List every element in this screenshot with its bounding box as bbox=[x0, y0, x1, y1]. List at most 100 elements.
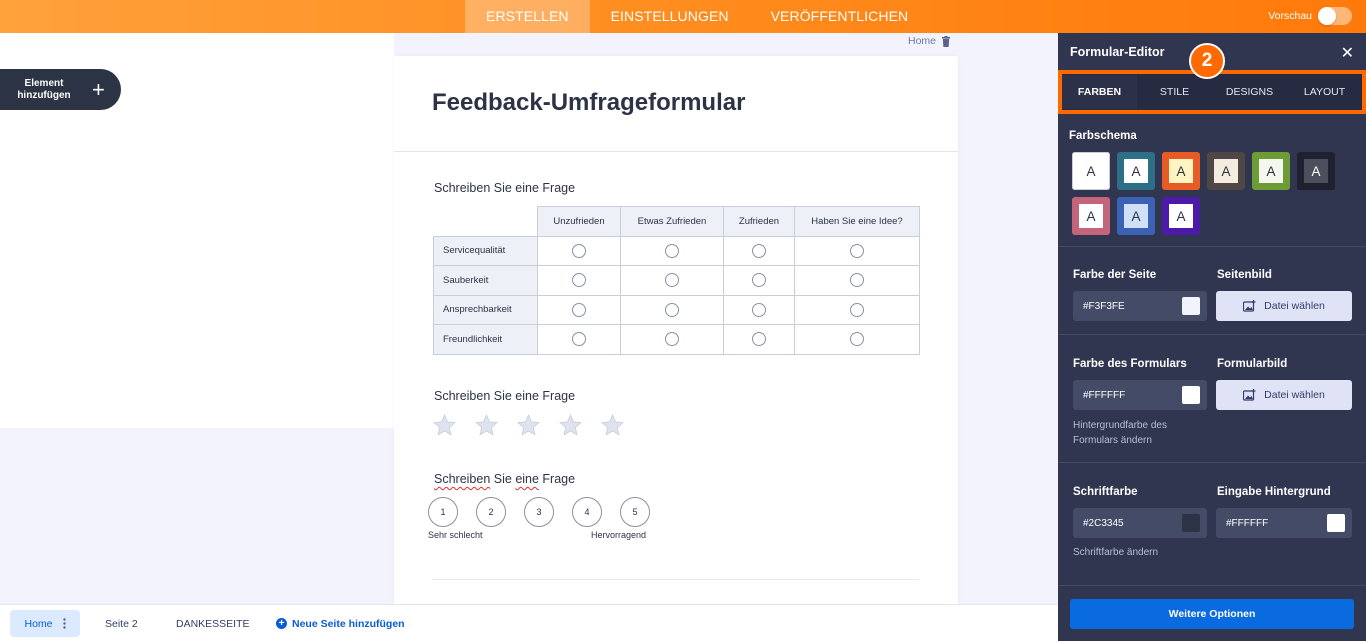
matrix-cell bbox=[537, 265, 621, 296]
scale-option[interactable]: 1 bbox=[428, 497, 458, 527]
radio-button[interactable] bbox=[572, 302, 586, 317]
color-scheme-swatch[interactable]: A bbox=[1297, 152, 1335, 190]
matrix-cell bbox=[794, 265, 920, 296]
scale-option[interactable]: 2 bbox=[476, 497, 506, 527]
color-scheme-swatch-letter: A bbox=[1169, 204, 1193, 228]
form-title[interactable]: Feedback-Umfrageformular bbox=[432, 89, 745, 117]
plus-circle-icon: + bbox=[276, 618, 287, 629]
matrix-cell bbox=[794, 294, 920, 325]
font-color-chip[interactable] bbox=[1182, 514, 1200, 532]
radio-button[interactable] bbox=[572, 332, 586, 347]
add-element-button[interactable]: Element hinzufügen + bbox=[0, 69, 121, 110]
scale-rating: 1 2 3 4 5 bbox=[428, 497, 650, 527]
color-scheme-swatch-letter: A bbox=[1079, 159, 1103, 183]
radio-button[interactable] bbox=[850, 302, 864, 317]
color-scheme-swatch[interactable]: A bbox=[1117, 152, 1155, 190]
matrix-row-header: Servicequalität bbox=[433, 235, 538, 266]
radio-button[interactable] bbox=[665, 332, 679, 347]
radio-button[interactable] bbox=[572, 273, 586, 288]
radio-button[interactable] bbox=[752, 332, 766, 347]
page-image-button[interactable]: Datei wählen bbox=[1216, 291, 1352, 321]
table-row: Ansprechbarkeit bbox=[433, 294, 920, 325]
scale-option[interactable]: 5 bbox=[620, 497, 650, 527]
page-tab-dankesseite[interactable]: DANKESSEITE bbox=[176, 610, 250, 637]
question-1-label[interactable]: Schreiben Sie eine Frage bbox=[434, 181, 575, 195]
page-color-field[interactable]: #F3F3FE bbox=[1073, 291, 1207, 321]
star-icon[interactable] bbox=[516, 413, 541, 438]
toggle-knob bbox=[1318, 7, 1336, 25]
color-scheme-swatch[interactable]: A bbox=[1162, 152, 1200, 190]
star-icon[interactable] bbox=[600, 413, 625, 438]
page-tab-home[interactable]: Home bbox=[10, 610, 80, 637]
matrix-row-header: Ansprechbarkeit bbox=[433, 294, 538, 325]
radio-button[interactable] bbox=[572, 243, 586, 258]
tab-farben[interactable]: FARBEN bbox=[1062, 75, 1137, 109]
color-scheme-swatch[interactable]: A bbox=[1162, 197, 1200, 235]
scale-option[interactable]: 4 bbox=[572, 497, 602, 527]
matrix-column-header: Zufrieden bbox=[723, 206, 795, 237]
radio-button[interactable] bbox=[665, 302, 679, 317]
radio-button[interactable] bbox=[850, 273, 864, 288]
star-icon[interactable] bbox=[558, 413, 583, 438]
radio-button[interactable] bbox=[665, 273, 679, 288]
color-scheme-swatch[interactable]: A bbox=[1252, 152, 1290, 190]
radio-button[interactable] bbox=[665, 243, 679, 258]
radio-button[interactable] bbox=[850, 243, 864, 258]
tab-stile[interactable]: STILE bbox=[1137, 75, 1212, 109]
matrix-row-header: Freundlichkeit bbox=[433, 324, 538, 355]
preview-toggle[interactable] bbox=[1318, 7, 1352, 25]
color-scheme-title: Farbschema bbox=[1069, 130, 1137, 142]
radio-button[interactable] bbox=[752, 273, 766, 288]
matrix-cell bbox=[723, 324, 795, 355]
question-3-label-word: Sie bbox=[490, 472, 516, 486]
form-image-button[interactable]: Datei wählen bbox=[1216, 380, 1352, 410]
more-options-button[interactable]: Weitere Optionen bbox=[1070, 599, 1354, 629]
font-color-label: Schriftfarbe bbox=[1073, 486, 1138, 498]
input-background-chip[interactable] bbox=[1327, 514, 1345, 532]
add-page-button[interactable]: + Neue Seite hinzufügen bbox=[276, 610, 405, 637]
star-icon[interactable] bbox=[432, 413, 457, 438]
scale-option[interactable]: 3 bbox=[524, 497, 554, 527]
section-divider bbox=[1058, 585, 1366, 586]
matrix-cell bbox=[723, 235, 795, 266]
tab-layout[interactable]: LAYOUT bbox=[1287, 75, 1362, 109]
color-scheme-swatch[interactable]: A bbox=[1072, 152, 1110, 190]
tab-designs[interactable]: DESIGNS bbox=[1212, 75, 1287, 109]
trash-icon[interactable] bbox=[941, 35, 951, 47]
star-rating bbox=[432, 413, 625, 438]
preview-label: Vorschau bbox=[1268, 10, 1312, 22]
font-color-field[interactable]: #2C3345 bbox=[1073, 508, 1207, 538]
question-2-label[interactable]: Schreiben Sie eine Frage bbox=[434, 389, 575, 403]
color-scheme-swatch[interactable]: A bbox=[1117, 197, 1155, 235]
matrix-cell bbox=[794, 235, 920, 266]
page-color-chip[interactable] bbox=[1182, 297, 1200, 315]
radio-button[interactable] bbox=[752, 302, 766, 317]
page-tab-seite-2[interactable]: Seite 2 bbox=[105, 610, 138, 637]
color-scheme-swatch[interactable]: A bbox=[1072, 197, 1110, 235]
form-color-value: #FFFFFF bbox=[1083, 389, 1126, 401]
color-scheme-swatch[interactable]: A bbox=[1207, 152, 1245, 190]
form-header-divider bbox=[394, 151, 958, 152]
page-image-label: Seitenbild bbox=[1217, 269, 1272, 281]
tab-einstellungen[interactable]: EINSTELLUNGEN bbox=[590, 0, 750, 33]
tab-veroeffentlichen[interactable]: VERÖFFENTLICHEN bbox=[750, 0, 930, 33]
form-color-field[interactable]: #FFFFFF bbox=[1073, 380, 1207, 410]
star-icon[interactable] bbox=[474, 413, 499, 438]
scale-low-label: Sehr schlecht bbox=[428, 530, 483, 540]
breadcrumb-page[interactable]: Home bbox=[908, 35, 936, 47]
tab-erstellen[interactable]: ERSTELLEN bbox=[465, 0, 590, 33]
form-color-chip[interactable] bbox=[1182, 386, 1200, 404]
image-add-icon bbox=[1243, 300, 1256, 312]
radio-button[interactable] bbox=[752, 243, 766, 258]
question-3-label[interactable]: Schreiben Sie eine Frage bbox=[434, 472, 575, 486]
scale-high-label: Hervorragend bbox=[591, 530, 647, 540]
form-color-hint: Hintergrundfarbe des Formulars ändern bbox=[1073, 418, 1167, 448]
close-icon[interactable]: ✕ bbox=[1341, 43, 1354, 63]
input-table: Unzufrieden Etwas Zufrieden Zufrieden Ha… bbox=[433, 206, 920, 355]
table-row: Sauberkeit bbox=[433, 265, 920, 296]
add-element-label-line1: Element bbox=[24, 77, 64, 89]
input-background-field[interactable]: #FFFFFF bbox=[1216, 508, 1352, 538]
radio-button[interactable] bbox=[850, 332, 864, 347]
image-add-icon bbox=[1243, 389, 1256, 401]
more-vertical-icon[interactable] bbox=[62, 618, 66, 629]
